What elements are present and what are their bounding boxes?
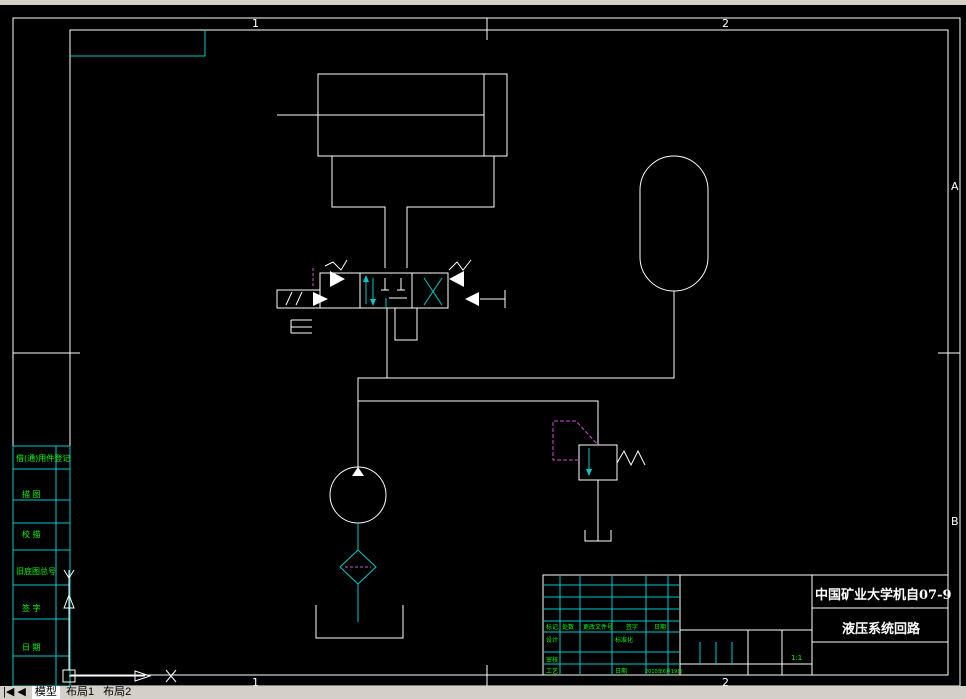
oil-filter[interactable] <box>339 549 377 622</box>
rev-row-5: 日期 <box>615 667 627 675</box>
zone-col-2-bottom: 2 <box>722 676 729 686</box>
rev-header-2: 处数 <box>562 623 574 631</box>
rev-row-1: 设计 <box>546 636 558 644</box>
accumulator[interactable] <box>357 155 709 468</box>
strip-label-5: 签 字 <box>22 603 41 613</box>
cad-drawing-canvas[interactable]: 1 2 1 2 A B 借(通)用件登记 描 图 校 描 旧底图总号 签 字 日… <box>0 0 966 686</box>
relief-valve[interactable] <box>358 400 646 542</box>
zone-col-1-top: 1 <box>252 17 259 30</box>
drawing-number-box <box>70 30 206 57</box>
tab-layout2[interactable]: 布局2 <box>100 686 134 699</box>
directional-valve[interactable] <box>276 259 506 378</box>
rev-header-4: 签字 <box>626 623 638 631</box>
rev-row-4: 标准化 <box>615 636 633 644</box>
title-school: 中国矿业大学机自07-9 <box>815 587 952 603</box>
zone-row-b: B <box>951 515 959 528</box>
ucs-icon <box>62 569 177 683</box>
strip-label-2: 描 图 <box>22 489 41 499</box>
strip-label-1: 借(通)用件登记 <box>16 453 70 463</box>
title-date: 2010年6月19日 <box>645 668 682 675</box>
tab-layout1[interactable]: 布局1 <box>63 686 97 699</box>
hydraulic-pump[interactable] <box>329 466 387 550</box>
layout-tabs: |◀ ◀ 模型 布局1 布局2 <box>0 686 966 699</box>
zone-row-a: A <box>951 180 959 193</box>
hydraulic-cylinder[interactable] <box>277 73 508 268</box>
strip-label-3: 校 描 <box>22 529 41 539</box>
oil-tank[interactable] <box>315 605 404 639</box>
outer-frame <box>12 17 961 686</box>
zone-col-2-top: 2 <box>722 17 729 30</box>
rev-header-3: 更改文件号 <box>583 623 613 631</box>
zone-ticks <box>13 18 960 686</box>
rev-row-3: 工艺 <box>546 667 558 675</box>
zone-col-1-bottom: 1 <box>252 676 259 686</box>
inner-frame <box>69 29 949 676</box>
rev-header-1: 标记 <box>546 623 558 631</box>
strip-label-6: 日 期 <box>22 643 41 652</box>
title-drawing-name: 液压系统回路 <box>842 621 921 637</box>
rev-header-5: 日期 <box>654 623 666 631</box>
tab-nav-arrows[interactable]: |◀ ◀ <box>0 686 29 699</box>
title-scale: 1:1 <box>791 654 802 662</box>
strip-label-4: 旧底图总号 <box>16 566 56 576</box>
tab-model[interactable]: 模型 <box>31 686 60 699</box>
rev-row-2: 审核 <box>546 656 558 664</box>
